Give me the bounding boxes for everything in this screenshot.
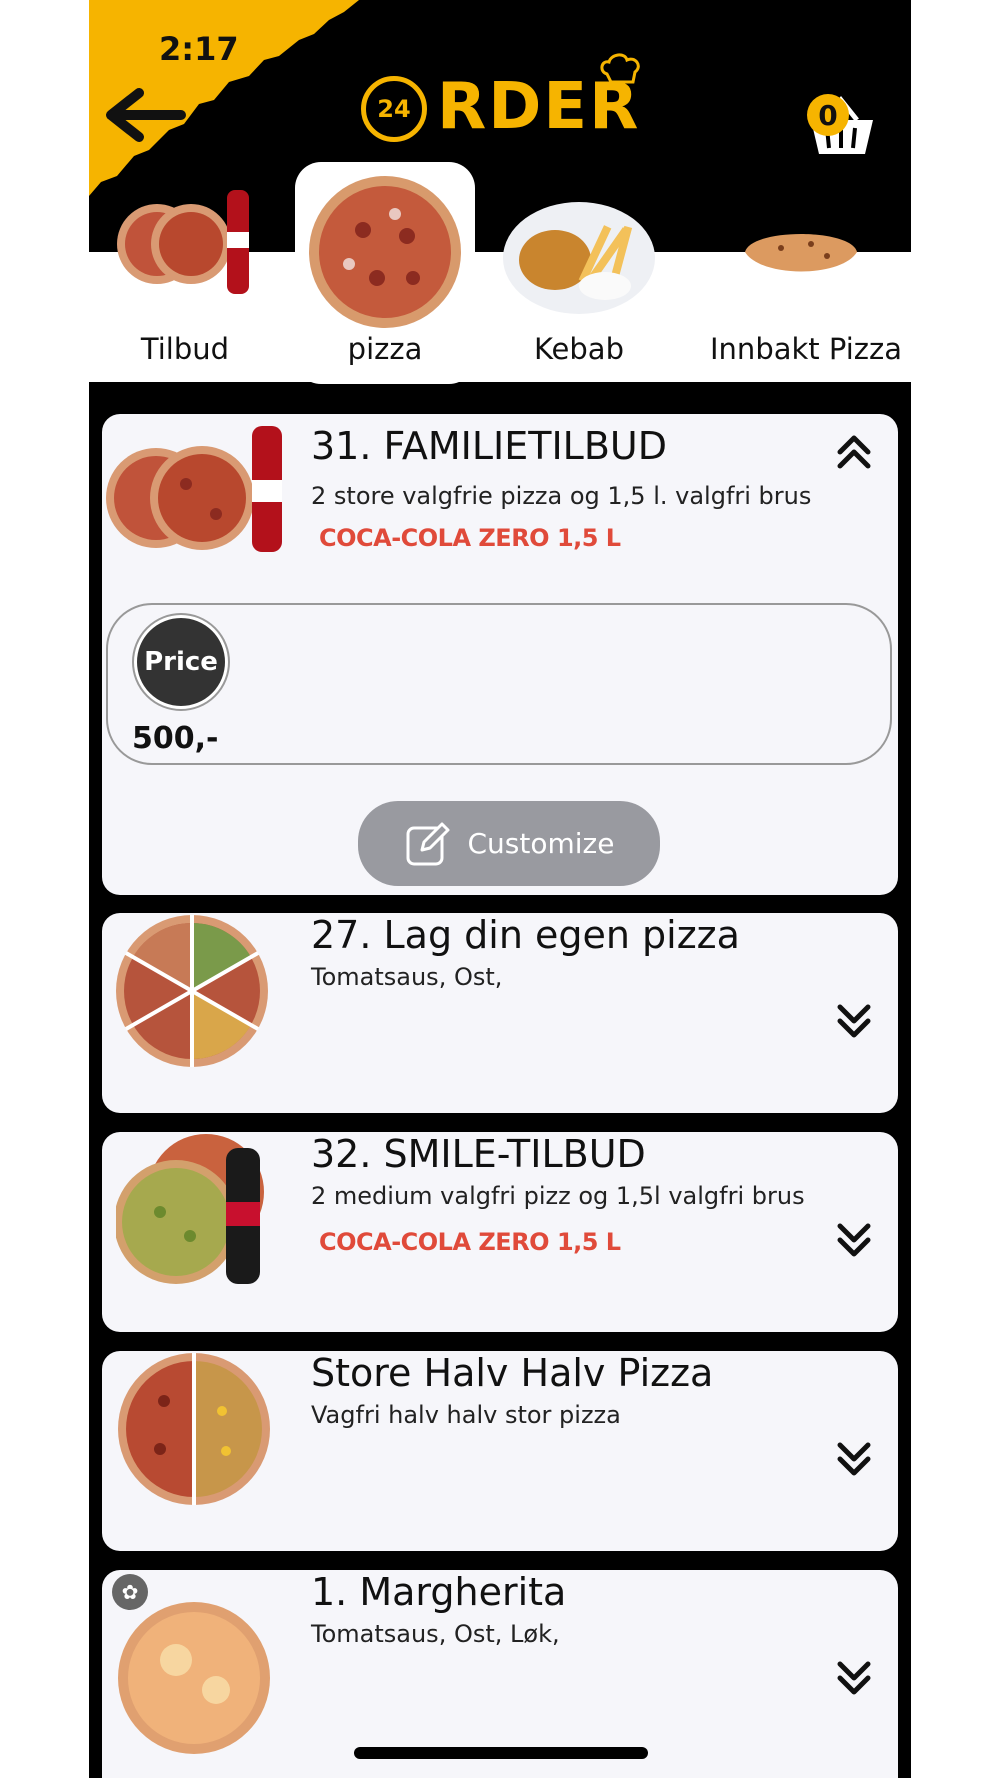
category-innbakt-pizza-image bbox=[745, 234, 857, 272]
chevron-down-icon[interactable] bbox=[832, 1441, 876, 1481]
category-pizza-image bbox=[309, 176, 461, 328]
chevron-down-icon[interactable] bbox=[832, 1660, 876, 1700]
customize-button[interactable]: Customize bbox=[358, 801, 660, 886]
brand-logo: 24 RDER bbox=[359, 52, 659, 152]
item-description: 2 medium valgfri pizz og 1,5l valgfri br… bbox=[311, 1182, 805, 1210]
item-image bbox=[116, 915, 268, 1067]
item-image bbox=[118, 1602, 270, 1754]
item-description: Vagfri halv halv stor pizza bbox=[311, 1401, 621, 1429]
menu-item-card[interactable]: Store Halv Halv Pizza Vagfri halv halv s… bbox=[102, 1351, 898, 1551]
item-image bbox=[106, 426, 282, 552]
edit-icon bbox=[406, 822, 449, 865]
chevron-down-icon[interactable] bbox=[832, 1003, 876, 1043]
category-pizza[interactable]: pizza bbox=[295, 162, 475, 384]
price-value: 500,- bbox=[132, 721, 219, 756]
category-label: Kebab bbox=[533, 332, 624, 366]
item-image bbox=[116, 1134, 264, 1284]
chef-hat-icon bbox=[600, 53, 640, 84]
item-image bbox=[118, 1353, 270, 1505]
menu-item-card[interactable]: 27. Lag din egen pizza Tomatsaus, Ost, bbox=[102, 913, 898, 1113]
category-tilbud-image bbox=[117, 190, 249, 294]
item-title: 1. Margherita bbox=[311, 1570, 567, 1614]
status-time: 2:17 bbox=[159, 30, 239, 68]
home-indicator[interactable] bbox=[354, 1747, 648, 1759]
item-title: 31. FAMILIETILBUD bbox=[311, 424, 667, 468]
item-title: 27. Lag din egen pizza bbox=[311, 913, 740, 957]
item-drink: COCA-COLA ZERO 1,5 L bbox=[319, 1228, 621, 1256]
item-title: Store Halv Halv Pizza bbox=[311, 1351, 714, 1395]
category-label: Innbakt Pizza bbox=[710, 332, 902, 366]
price-label: Price bbox=[132, 613, 230, 711]
item-description: 2 store valgfrie pizza og 1,5 l. valgfri… bbox=[311, 482, 812, 510]
category-label: pizza bbox=[347, 332, 423, 366]
category-kebab-image bbox=[503, 202, 655, 314]
menu-item-card[interactable]: 31. FAMILIETILBUD 2 store valgfrie pizza… bbox=[102, 414, 898, 895]
item-title: 32. SMILE-TILBUD bbox=[311, 1132, 646, 1176]
logo-number: 24 bbox=[361, 76, 427, 142]
item-description: Tomatsaus, Ost, Løk, bbox=[311, 1620, 560, 1648]
back-arrow-icon[interactable] bbox=[99, 85, 209, 145]
chevron-down-icon[interactable] bbox=[832, 1222, 876, 1262]
item-drink: COCA-COLA ZERO 1,5 L bbox=[319, 524, 621, 552]
menu-item-card[interactable]: 32. SMILE-TILBUD 2 medium valgfri pizz o… bbox=[102, 1132, 898, 1332]
customize-label: Customize bbox=[467, 827, 615, 860]
app-screen: 2:17 24 RDER 0 Tilbud pizza Kebab Innbak… bbox=[89, 0, 911, 1778]
item-description: Tomatsaus, Ost, bbox=[311, 963, 503, 991]
price-option[interactable]: Price 500,- bbox=[106, 603, 892, 765]
chevron-up-icon[interactable] bbox=[832, 430, 876, 470]
category-label: Tilbud bbox=[140, 332, 230, 366]
cart-count-badge: 0 bbox=[807, 94, 849, 136]
